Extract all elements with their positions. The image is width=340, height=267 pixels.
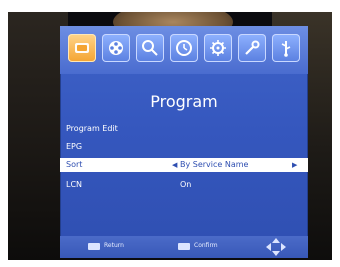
tv-screen: Program Program Edit EPG Sort ◀ By Servi…	[8, 12, 332, 260]
clock-icon[interactable]	[170, 34, 198, 62]
menu-item-label: LCN	[66, 180, 83, 189]
menu-item-label: EPG	[66, 142, 83, 151]
background-left	[8, 12, 68, 260]
return-key-badge	[88, 243, 100, 250]
sort-value: By Service Name	[180, 160, 249, 169]
return-hint: Return	[104, 242, 124, 249]
arrow-left-icon[interactable]: ◀	[172, 158, 177, 172]
menu-item-label: Program Edit	[66, 124, 118, 133]
gear-icon[interactable]	[204, 34, 232, 62]
menu-icon-bar	[60, 26, 308, 74]
confirm-key-badge	[178, 243, 190, 250]
navigation-arrows-icon	[266, 238, 286, 256]
usb-icon[interactable]	[272, 34, 300, 62]
search-icon[interactable]	[136, 34, 164, 62]
menu-footer: Return Confirm	[60, 236, 308, 258]
menu-item-program-edit[interactable]: Program Edit	[60, 122, 308, 136]
tool-icon[interactable]	[238, 34, 266, 62]
arrow-right-icon[interactable]: ▶	[292, 158, 297, 172]
menu-item-sort[interactable]: Sort ◀ By Service Name ▶	[60, 158, 308, 172]
menu-title: Program	[150, 92, 218, 111]
menu-item-lcn[interactable]: LCN On	[60, 178, 308, 192]
tv-icon[interactable]	[68, 34, 96, 62]
menu-panel: Program Program Edit EPG Sort ◀ By Servi…	[60, 26, 308, 258]
reel-icon[interactable]	[102, 34, 130, 62]
menu-item-label: Sort	[66, 160, 83, 169]
menu-item-epg[interactable]: EPG	[60, 140, 308, 154]
confirm-hint: Confirm	[194, 242, 218, 249]
lcn-value: On	[180, 180, 192, 189]
